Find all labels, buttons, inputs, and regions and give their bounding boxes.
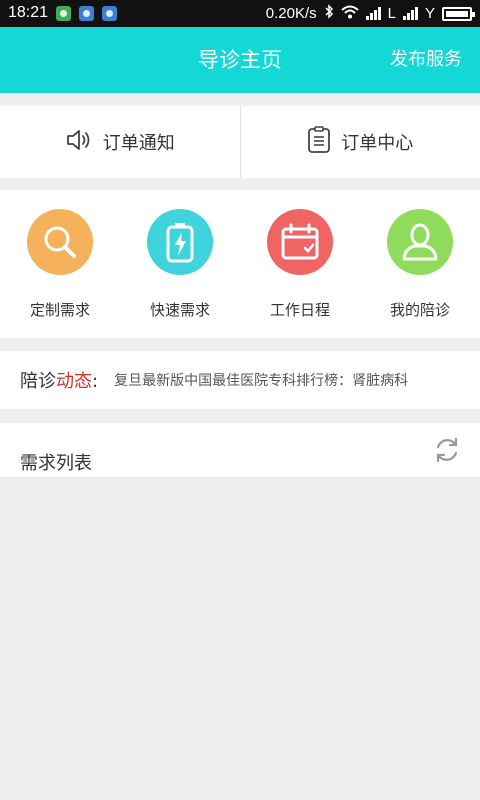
speaker-icon [65,127,93,158]
carrier-label: L [387,5,396,22]
order-center-button[interactable]: 订单中心 [241,106,480,178]
signal-icon [365,7,381,20]
quick-actions-grid: 定制需求 快速需求 工作日程 我的陪诊 [0,190,480,338]
news-label-prefix: 陪诊 [20,371,56,392]
battery-icon [442,6,475,21]
refresh-icon[interactable] [432,435,462,465]
custom-request-label: 定制需求 [29,301,90,319]
order-center-label: 订单中心 [341,133,414,154]
battery-bolt-icon [147,209,213,275]
status-bar: 18:21 0.20K/s L Y [0,0,480,27]
quick-request-button[interactable]: 快速需求 [120,190,240,338]
request-list-header: 需求列表 [0,423,480,478]
wifi-icon [340,5,359,23]
order-notification-button[interactable]: 订单通知 [0,106,240,178]
quick-request-label: 快速需求 [149,301,210,319]
app-notification-icon [56,5,72,21]
news-label-highlight: 动态 [56,371,92,392]
search-icon [27,209,93,275]
clipboard-list-icon [307,125,331,159]
order-bar: 订单通知 订单中心 [0,106,480,178]
app-notification-icon [102,5,118,21]
work-schedule-button[interactable]: 工作日程 [240,190,360,338]
escort-news-ticker[interactable]: 陪诊动态: 复旦最新版中国最佳医院专科排行榜：肾脏病科 [0,351,480,409]
calendar-icon [267,209,333,275]
bluetooth-icon [324,4,334,23]
my-escort-button[interactable]: 我的陪诊 [360,190,480,338]
custom-request-button[interactable]: 定制需求 [0,190,120,338]
person-icon [387,209,453,275]
news-label-suffix: : [92,371,99,392]
my-escort-label: 我的陪诊 [389,301,450,319]
status-time: 18:21 [8,4,49,21]
work-schedule-label: 工作日程 [269,301,330,319]
carrier-label: Y [424,5,435,22]
app-notification-icon [79,5,95,21]
news-headline[interactable]: 复旦最新版中国最佳医院专科排行榜：肾脏病科 [114,370,408,390]
order-notification-label: 订单通知 [102,133,175,154]
app-header: 导诊主页 发布服务 [0,27,480,93]
publish-service-button[interactable]: 发布服务 [390,27,462,93]
request-list-title: 需求列表 [20,453,92,474]
network-speed: 0.20K/s [265,5,317,22]
news-label: 陪诊动态: [20,367,98,393]
signal-icon [402,7,418,20]
